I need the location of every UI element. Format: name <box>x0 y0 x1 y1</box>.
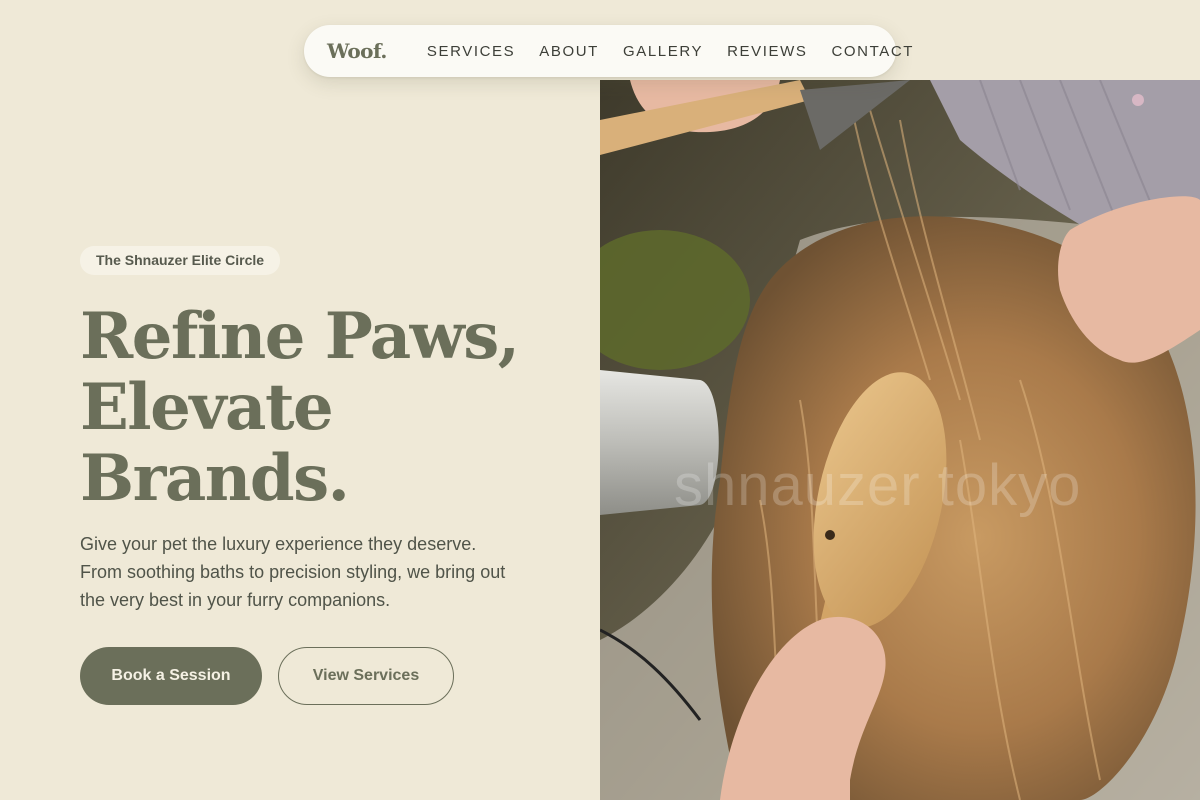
hero-subtext: Give your pet the luxury experience they… <box>80 534 506 610</box>
book-session-button[interactable]: Book a Session <box>80 647 262 705</box>
nav-link-contact[interactable]: CONTACT <box>831 43 914 60</box>
brush-hole <box>825 530 835 540</box>
nav-link-about[interactable]: ABOUT <box>539 43 599 60</box>
top-navigation: Woof. SERVICES ABOUT GALLERY REVIEWS CON… <box>304 25 912 77</box>
grooming-illustration <box>600 80 1200 800</box>
hero-headline: Refine Paws, Elevate Brands. <box>80 301 560 514</box>
nav-links: SERVICES ABOUT GALLERY REVIEWS CONTACT <box>427 43 914 60</box>
hair-dryer <box>600 370 719 515</box>
headline-line-2: Elevate <box>80 370 334 445</box>
headline-line-3: Brands. <box>80 441 350 516</box>
nav-link-reviews[interactable]: REVIEWS <box>727 43 807 60</box>
cta-row: Book a Session View Services <box>80 647 560 705</box>
headline-line-1: Refine Paws, <box>80 299 520 374</box>
nav-link-services[interactable]: SERVICES <box>427 43 515 60</box>
shirt-button <box>1132 94 1144 106</box>
hero-photo-dog-grooming: shnauzer tokyo <box>600 80 1200 800</box>
hero-badge: The Shnauzer Elite Circle <box>80 246 281 275</box>
hero-content: The Shnauzer Elite Circle Refine Paws, E… <box>80 246 560 705</box>
view-services-button[interactable]: View Services <box>278 647 454 705</box>
brand-logo[interactable]: Woof. <box>327 39 387 63</box>
nav-link-gallery[interactable]: GALLERY <box>623 43 703 60</box>
